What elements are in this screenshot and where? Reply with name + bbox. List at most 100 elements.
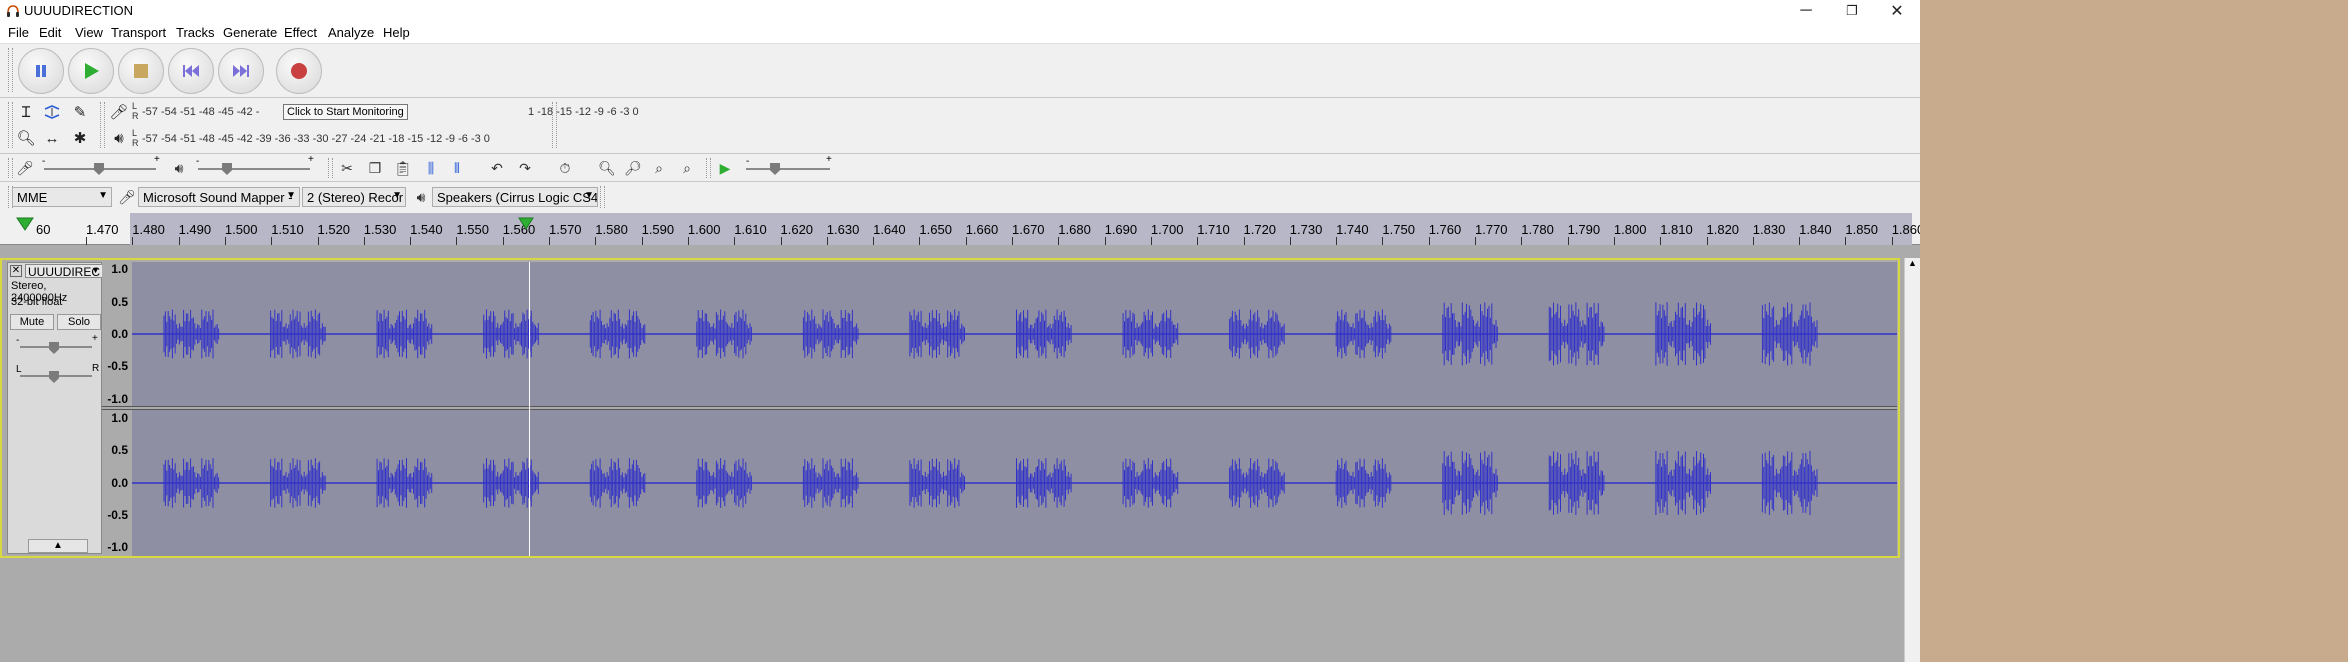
- slider-thumb[interactable]: [770, 163, 780, 175]
- vertical-scale-channel-2[interactable]: 1.0 0.5 0.0 -0.5 -1.0: [102, 410, 132, 556]
- menu-file[interactable]: File: [8, 25, 29, 40]
- draw-tool-icon[interactable]: ✎: [69, 101, 91, 123]
- ruler-label: 1.660: [965, 222, 999, 237]
- timeline-ruler[interactable]: 60 1.470 1.480 1.490 1.500 1.510 1.520 1.530 1.…: [0, 213, 1920, 245]
- silence-icon[interactable]: ⫴: [446, 157, 468, 179]
- collapse-track-button[interactable]: ▲: [28, 539, 88, 553]
- record-button[interactable]: [276, 48, 322, 94]
- track-close-button[interactable]: ✕: [10, 265, 22, 277]
- minimize-button[interactable]: ─: [1783, 0, 1829, 22]
- solo-button[interactable]: Solo: [57, 314, 101, 330]
- ruler-label: 1.850: [1845, 222, 1878, 237]
- ruler-label: 1.500: [224, 222, 258, 237]
- playback-position-marker-icon[interactable]: [518, 217, 534, 231]
- zoom-tool-icon[interactable]: 🔍︎: [15, 127, 37, 149]
- transport-toolbar: [0, 44, 1920, 98]
- chevron-down-icon: ▼: [584, 190, 594, 201]
- recording-device-select[interactable]: Microsoft Sound Mapper - ▼: [138, 187, 300, 207]
- recording-channels-select[interactable]: 2 (Stereo) Recor ▼: [302, 187, 406, 207]
- track-control-panel[interactable]: ✕ UUUUDIREC ▼ Stereo, 2400000Hz 32-bit fl…: [7, 262, 103, 554]
- zoom-out-icon[interactable]: 🔎︎: [622, 157, 644, 179]
- mute-button[interactable]: Mute: [10, 314, 54, 330]
- microphone-icon[interactable]: 🎤︎: [108, 101, 130, 123]
- slider-thumb[interactable]: [49, 342, 59, 354]
- close-button[interactable]: ✕: [1874, 0, 1920, 22]
- menu-tracks[interactable]: Tracks: [176, 25, 215, 40]
- track-name-dropdown[interactable]: UUUUDIREC ▼: [25, 264, 103, 278]
- undo-icon[interactable]: ↶: [486, 157, 508, 179]
- playback-volume-slider[interactable]: [198, 168, 310, 170]
- play-at-speed-icon[interactable]: ▶: [714, 157, 736, 179]
- redo-icon[interactable]: ↷: [514, 157, 536, 179]
- menu-transport[interactable]: Transport: [111, 25, 166, 40]
- selection-tool-icon[interactable]: Ɪ: [15, 101, 37, 123]
- menu-effect[interactable]: Effect: [284, 25, 317, 40]
- gain-minus-label: -: [16, 335, 20, 346]
- menu-analyze[interactable]: Analyze: [328, 25, 374, 40]
- maximize-button[interactable]: ❐: [1829, 0, 1875, 22]
- toolbar-grip[interactable]: [600, 186, 605, 208]
- playback-meter-scale: -57 -54 -51 -48 -45 -42 -39 -36 -33 -30 …: [142, 133, 490, 145]
- menu-help[interactable]: Help: [383, 25, 410, 40]
- vertical-scale-channel-1[interactable]: 1.0 0.5 0.0 -0.5 -1.0: [102, 262, 132, 407]
- speed-plus-label: +: [826, 154, 832, 165]
- envelope-tool-icon[interactable]: [41, 101, 63, 123]
- toolbar-grip[interactable]: [100, 102, 105, 148]
- copy-icon[interactable]: ❐: [364, 157, 386, 179]
- waveform-channel-1[interactable]: [132, 262, 1897, 406]
- audio-host-select[interactable]: MME ▼: [12, 187, 112, 207]
- ruler-label: 1.710: [1197, 222, 1230, 237]
- lr-label: LR: [132, 101, 139, 121]
- slider-thumb[interactable]: [49, 371, 59, 383]
- multi-tool-icon[interactable]: ✱: [69, 127, 91, 149]
- track-area[interactable]: ✕ UUUUDIREC ▼ Stereo, 2400000Hz 32-bit fl…: [0, 258, 1900, 558]
- stop-button[interactable]: [118, 48, 164, 94]
- ruler-label: 1.610: [734, 222, 767, 237]
- menu-generate[interactable]: Generate: [223, 25, 277, 40]
- toolbar-grip[interactable]: [8, 158, 13, 178]
- timeshift-tool-icon[interactable]: ↔: [41, 127, 63, 149]
- menu-edit[interactable]: Edit: [39, 25, 61, 40]
- ruler-label: 1.770: [1475, 222, 1508, 237]
- slider-thumb[interactable]: [94, 163, 104, 175]
- sync-lock-icon[interactable]: ⏱︎: [554, 157, 576, 179]
- chevron-down-icon: ▼: [286, 190, 296, 201]
- cut-icon[interactable]: ✂: [336, 157, 358, 179]
- slider-thumb[interactable]: [222, 163, 232, 175]
- ruler-tick: [1660, 237, 1662, 245]
- skip-end-button[interactable]: [218, 48, 264, 94]
- menu-view[interactable]: View: [75, 25, 103, 40]
- playback-device-select[interactable]: Speakers (Cirrus Logic CS4 ▼: [432, 187, 598, 207]
- fit-selection-icon[interactable]: ⌕: [648, 157, 670, 179]
- toolbar-grip[interactable]: [328, 158, 333, 178]
- zoom-in-icon[interactable]: 🔍︎: [596, 157, 618, 179]
- ruler-tick: [873, 237, 875, 245]
- ruler-tick: [1475, 237, 1476, 245]
- toolbar-grip[interactable]: [8, 102, 13, 148]
- speaker-icon[interactable]: 🔊︎: [108, 127, 130, 149]
- play-head-marker-icon[interactable]: [16, 217, 34, 231]
- ruler-label: 1.700: [1150, 222, 1184, 237]
- play-speed-slider[interactable]: [746, 168, 830, 170]
- ruler-label: 1.590: [641, 222, 675, 237]
- ruler-tick: [224, 237, 226, 245]
- toolbar-grip[interactable]: [8, 48, 13, 92]
- ruler-label: 1.830: [1752, 222, 1786, 237]
- fit-project-icon[interactable]: ⌕: [676, 157, 698, 179]
- playback-meter[interactable]: LR -57 -54 -51 -48 -45 -42 -39 -36 -33 -…: [132, 128, 550, 150]
- ruler-label: 1.580: [595, 222, 628, 237]
- ruler-tick: [1891, 237, 1893, 245]
- ruler-label: 1.630: [826, 222, 860, 237]
- toolbar-grip[interactable]: [552, 102, 557, 148]
- paste-icon[interactable]: 📋︎: [392, 157, 414, 179]
- skip-start-button[interactable]: [168, 48, 214, 94]
- pause-button[interactable]: [18, 48, 64, 94]
- ruler-label: 1.760: [1428, 222, 1462, 237]
- waveform-channel-2[interactable]: [132, 410, 1897, 556]
- toolbar-grip[interactable]: [706, 158, 711, 178]
- vertical-scrollbar[interactable]: ▲: [1904, 258, 1920, 662]
- play-button[interactable]: [68, 48, 114, 94]
- trim-icon[interactable]: ⫼: [420, 157, 442, 179]
- gain-plus-label: +: [92, 333, 98, 344]
- scroll-up-icon[interactable]: ▲: [1908, 258, 1917, 268]
